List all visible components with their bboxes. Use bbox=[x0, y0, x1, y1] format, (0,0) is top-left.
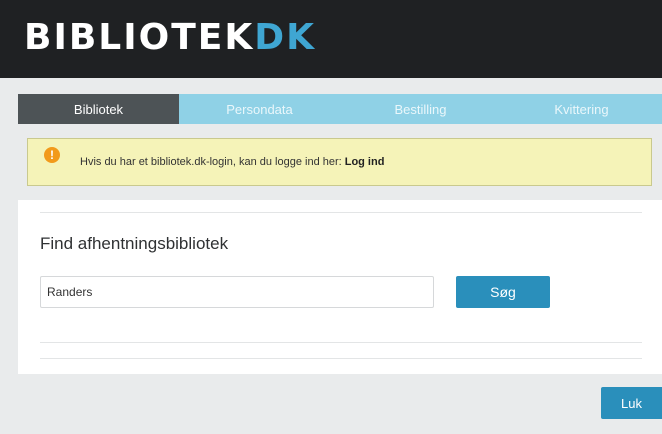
library-search-input[interactable] bbox=[40, 276, 434, 308]
close-button[interactable]: Luk bbox=[601, 387, 662, 419]
login-link[interactable]: Log ind bbox=[345, 156, 385, 168]
divider bbox=[40, 212, 642, 213]
divider bbox=[40, 358, 642, 359]
step-persondata[interactable]: Persondata bbox=[179, 94, 340, 124]
order-dialog: BIBLIOTEKDK Bibliotek Persondata Bestill… bbox=[0, 0, 662, 434]
step-kvittering[interactable]: Kvittering bbox=[501, 94, 662, 124]
login-notice: ! Hvis du har et bibliotek.dk-login, kan… bbox=[27, 138, 652, 186]
search-button[interactable]: Søg bbox=[456, 276, 550, 308]
divider bbox=[40, 342, 642, 343]
logo-suffix-text: DK bbox=[254, 17, 317, 58]
exclamation-circle-icon: ! bbox=[44, 147, 60, 163]
step-bibliotek[interactable]: Bibliotek bbox=[18, 94, 179, 124]
step-bestilling[interactable]: Bestilling bbox=[340, 94, 501, 124]
section-title: Find afhentningsbibliotek bbox=[40, 234, 229, 253]
bibliotek-dk-logo: BIBLIOTEKDK bbox=[24, 16, 316, 60]
notice-text: Hvis du har et bibliotek.dk-login, kan d… bbox=[80, 156, 342, 168]
order-steps: Bibliotek Persondata Bestilling Kvitteri… bbox=[18, 94, 662, 124]
pickup-library-panel: Find afhentningsbibliotek Søg bbox=[18, 200, 662, 374]
logo-main-text: BIBLIOTEK bbox=[24, 17, 255, 58]
site-header: BIBLIOTEKDK bbox=[0, 0, 662, 78]
